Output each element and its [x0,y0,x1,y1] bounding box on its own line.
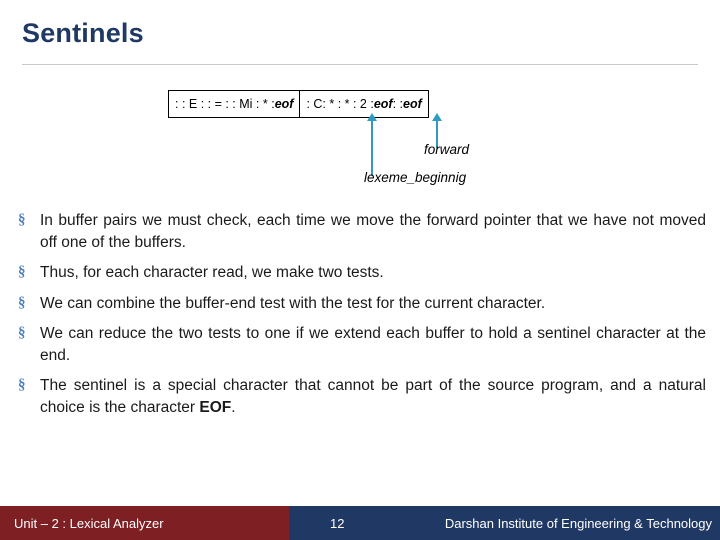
buffer-2-eof-2: eof [403,97,422,111]
buffer-block-1: : : E : : = : : Mi : * : eof [168,90,300,118]
title-divider [22,64,698,65]
buffer-1-eof: eof [274,97,294,111]
slide: Sentinels : : E : : = : : Mi : * : eof :… [0,0,720,540]
bullet-marker-icon: § [18,264,26,280]
footer-institute-label: Darshan Institute of Engineering & Techn… [444,516,712,531]
buffer-2-separator: : : [392,97,403,111]
list-item: § We can reduce the two tests to one if … [18,323,706,366]
buffer-diagram: : : E : : = : : Mi : * : eof : C: * : * … [168,90,429,118]
lexeme-beginning-label: lexeme_beginnig [364,170,467,185]
lexeme-beginning-pointer-arrow-icon [367,113,377,176]
list-item: § Thus, for each character read, we make… [18,262,706,284]
forward-label: forward [424,142,470,157]
footer: Unit – 2 : Lexical Analyzer 12 Darshan I… [0,506,720,540]
bullet-marker-icon: § [18,325,26,341]
page-title: Sentinels [22,18,144,48]
list-item: § We can combine the buffer-end test wit… [18,293,706,315]
bullet-text-post: . [231,398,236,416]
buffer-1-text: : : E : : = : : Mi : * : [175,97,275,111]
buffer-2-text: : C: * : * : 2 : [306,97,374,111]
footer-unit-label: Unit – 2 : Lexical Analyzer [14,516,164,531]
buffer-2-eof-1: eof [373,97,393,111]
bullet-text: Thus, for each character read, we make t… [40,264,384,281]
bullet-marker-icon: § [18,212,26,228]
list-item: § The sentinel is a special character th… [18,375,706,418]
buffer-block-2: : C: * : * : 2 : eof : : eof [299,90,429,118]
bullet-text-pre: The sentinel is a special character that… [40,377,706,416]
list-item: § In buffer pairs we must check, each ti… [18,210,706,253]
bullet-marker-icon: § [18,294,26,311]
bullet-marker-icon: § [18,377,26,393]
bullet-text-emphasis: EOF [199,398,232,416]
bullet-text: We can reduce the two tests to one if we… [40,325,706,364]
bullet-list: § In buffer pairs we must check, each ti… [18,210,706,427]
footer-page-number: 12 [330,516,345,531]
bullet-text: In buffer pairs we must check, each time… [40,212,706,251]
bullet-text: We can combine the buffer-end test with … [40,294,546,312]
bullet-text: The sentinel is a special character that… [40,375,706,418]
